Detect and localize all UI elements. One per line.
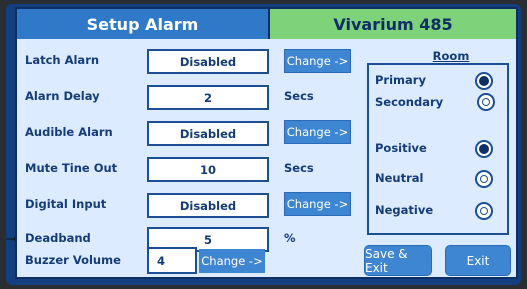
alarm-delay-unit: Secs — [284, 89, 314, 103]
audible-alarm-label: Audible Alarn — [25, 125, 113, 139]
negative-radio[interactable] — [475, 202, 493, 220]
deadband-unit: % — [284, 231, 296, 245]
neutral-option-label: Neutral — [375, 171, 424, 185]
room-title: Room — [422, 49, 480, 63]
device-name: Vivarium 485 — [270, 9, 516, 39]
radio-selected-dot-icon — [479, 144, 489, 154]
primary-option-label: Primary — [375, 73, 426, 87]
digital-input-value: Disabled — [147, 193, 269, 218]
digital-input-label: Digital Input — [25, 197, 107, 211]
negative-option-label: Negative — [375, 203, 434, 217]
alarm-delay-value[interactable]: 2 — [147, 85, 269, 110]
secondary-radio[interactable] — [477, 93, 495, 111]
neutral-radio[interactable] — [475, 170, 493, 188]
latch-alarm-change-button[interactable]: Change -> — [284, 49, 351, 73]
digital-input-change-button[interactable]: Change -> — [284, 192, 351, 216]
latch-alarm-label: Latch Alarn — [25, 53, 100, 67]
buzzer-volume-label: Buzzer Volume — [25, 253, 121, 267]
audible-alarm-change-button[interactable]: Change -> — [284, 120, 351, 144]
latch-alarm-value: Disabled — [147, 49, 269, 74]
buzzer-volume-change-button[interactable]: Change -> — [199, 249, 265, 273]
radio-selected-dot-icon — [479, 76, 489, 86]
radio-empty-ring-icon — [480, 175, 488, 183]
setup-alarm-panel: Setup Alarm Vivarium 485 Latch Alarn Dis… — [15, 7, 518, 279]
save-exit-button[interactable]: Save & Exit — [364, 245, 432, 276]
mute-timeout-label: Mute Tine Out — [25, 161, 118, 175]
exit-button[interactable]: Exit — [445, 245, 511, 276]
positive-option-label: Positive — [375, 141, 427, 155]
mute-timeout-value[interactable]: 10 — [147, 157, 269, 182]
alarm-delay-label: Alarn Delay — [25, 89, 100, 103]
deadband-label: Deadband — [25, 231, 91, 245]
radio-empty-ring-icon — [480, 207, 488, 215]
primary-radio[interactable] — [475, 72, 493, 90]
buzzer-volume-value: 4 — [147, 247, 197, 274]
mute-timeout-unit: Secs — [284, 161, 314, 175]
positive-radio[interactable] — [475, 140, 493, 158]
secondary-option-label: Secondary — [375, 95, 444, 109]
radio-empty-ring-icon — [482, 98, 490, 106]
audible-alarm-value: Disabled — [147, 121, 269, 146]
page-title: Setup Alarm — [17, 9, 270, 39]
